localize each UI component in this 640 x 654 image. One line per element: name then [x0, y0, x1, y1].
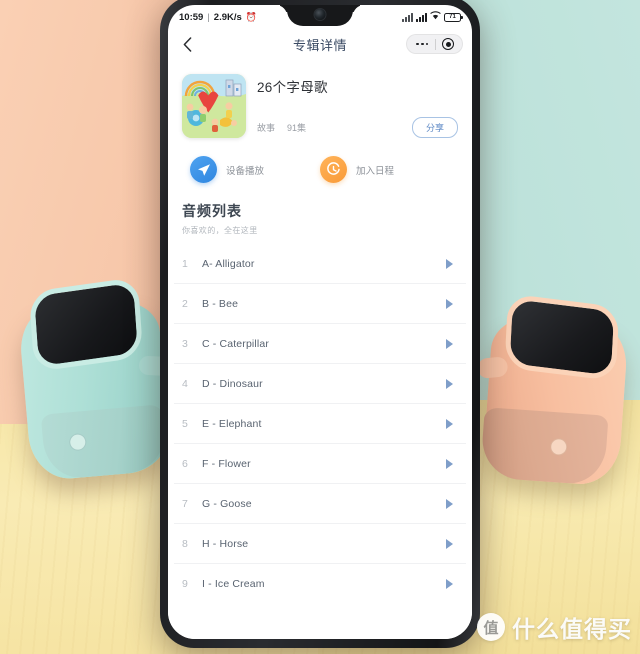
album-title: 26个字母歌	[257, 80, 328, 95]
track-list: 1 A- Alligator 2 B - Bee 3 C - Caterpillar 4 D …	[168, 244, 472, 604]
play-triangle-icon[interactable]	[442, 298, 456, 309]
track-title: I - Ice Cream	[202, 578, 265, 590]
alarm-clock-icon: ⏰	[245, 11, 257, 22]
watermark-text: 什么值得买	[512, 616, 632, 642]
track-title: E - Elephant	[202, 417, 262, 430]
page-content: 26个字母歌 故事 91集 分享 设备播放 加入日程 音频列表 你喜欢的，全在这…	[168, 59, 472, 639]
track-number: 4	[182, 377, 188, 390]
wifi-icon	[430, 11, 441, 23]
section-title: 音频列表	[182, 203, 242, 219]
signal-roaming-icon	[402, 12, 413, 22]
speaker-screen	[504, 293, 620, 382]
device-play-label: 设备播放	[226, 165, 265, 177]
play-triangle-icon[interactable]	[442, 378, 456, 389]
track-title: D - Dinosaur	[202, 377, 263, 390]
nav-bar: 专辑详情	[168, 29, 472, 59]
track-number: 7	[182, 497, 188, 510]
track-row[interactable]: 7 G - Goose	[174, 484, 466, 524]
share-button[interactable]: 分享	[411, 117, 458, 138]
status-separator: |	[207, 11, 210, 23]
smart-speaker-left	[10, 276, 179, 486]
more-dots-icon[interactable]	[409, 42, 435, 46]
play-triangle-icon[interactable]	[442, 458, 456, 469]
track-number: 5	[182, 417, 188, 430]
album-episodes: 91集	[287, 123, 307, 133]
play-triangle-icon[interactable]	[442, 338, 456, 349]
watermark: 值 什么值得买	[477, 610, 632, 644]
section-subtitle: 你喜欢的，全在这里	[182, 226, 258, 235]
back-chevron-icon[interactable]	[177, 34, 197, 54]
add-schedule-action[interactable]: 加入日程	[320, 156, 450, 183]
track-title: C - Caterpillar	[202, 337, 270, 350]
album-category: 故事	[257, 123, 276, 133]
track-number: 2	[182, 297, 188, 310]
track-number: 9	[182, 578, 188, 590]
device-play-action[interactable]: 设备播放	[190, 156, 320, 183]
phone-screen: 10:59 | 2.9K/s ⏰ 71 专辑详情 26个字母歌 故事 91集 分…	[168, 5, 472, 639]
watermark-logo-icon: 值	[477, 613, 505, 641]
front-camera-icon	[314, 9, 326, 20]
track-title: A- Alligator	[202, 257, 255, 270]
play-triangle-icon[interactable]	[442, 579, 456, 589]
track-row[interactable]: 3 C - Caterpillar	[174, 324, 466, 364]
track-title: G - Goose	[202, 497, 252, 510]
album-meta: 故事 91集 分享	[257, 117, 458, 138]
track-number: 8	[182, 537, 188, 550]
action-row: 设备播放 加入日程	[168, 150, 472, 197]
album-header: 26个字母歌 故事 91集 分享	[168, 59, 472, 150]
track-row[interactable]: 4 D - Dinosaur	[174, 364, 466, 404]
track-row[interactable]: 2 B - Bee	[174, 284, 466, 324]
speaker-base	[40, 404, 169, 481]
track-title: B - Bee	[202, 297, 239, 310]
track-number: 1	[182, 257, 188, 270]
track-number: 3	[182, 337, 188, 350]
track-row[interactable]: 5 E - Elephant	[174, 404, 466, 444]
mini-program-capsule	[406, 34, 463, 54]
status-time: 10:59	[179, 11, 204, 23]
play-triangle-icon[interactable]	[442, 418, 456, 429]
track-row[interactable]: 1 A- Alligator	[174, 244, 466, 284]
signal-bars-icon	[416, 12, 427, 22]
battery-icon: 71	[444, 12, 463, 22]
track-title: H - Horse	[202, 537, 249, 550]
add-schedule-label: 加入日程	[356, 165, 395, 177]
track-row[interactable]: 8 H - Horse	[174, 524, 466, 564]
smart-speaker-right	[474, 293, 637, 491]
clock-schedule-icon	[320, 156, 347, 183]
track-title: F - Flower	[202, 457, 251, 470]
track-row[interactable]: 6 F - Flower	[174, 444, 466, 484]
phone-device: 10:59 | 2.9K/s ⏰ 71 专辑详情 26个字母歌 故事 91集 分…	[160, 0, 480, 648]
track-number: 6	[182, 457, 188, 470]
play-triangle-icon[interactable]	[442, 498, 456, 509]
album-cover-illustration[interactable]	[182, 74, 246, 138]
target-circle-icon[interactable]	[436, 38, 460, 50]
speaker-base	[479, 407, 609, 486]
status-netspeed: 2.9K/s	[213, 11, 242, 23]
track-row[interactable]: 9 I - Ice Cream	[174, 564, 466, 604]
audio-list-section-header: 音频列表 你喜欢的，全在这里	[168, 197, 472, 244]
album-info: 26个字母歌 故事 91集 分享	[257, 74, 458, 138]
battery-level: 71	[449, 14, 456, 20]
play-triangle-icon[interactable]	[442, 538, 456, 549]
send-play-icon	[190, 156, 217, 183]
play-triangle-icon[interactable]	[442, 258, 456, 269]
